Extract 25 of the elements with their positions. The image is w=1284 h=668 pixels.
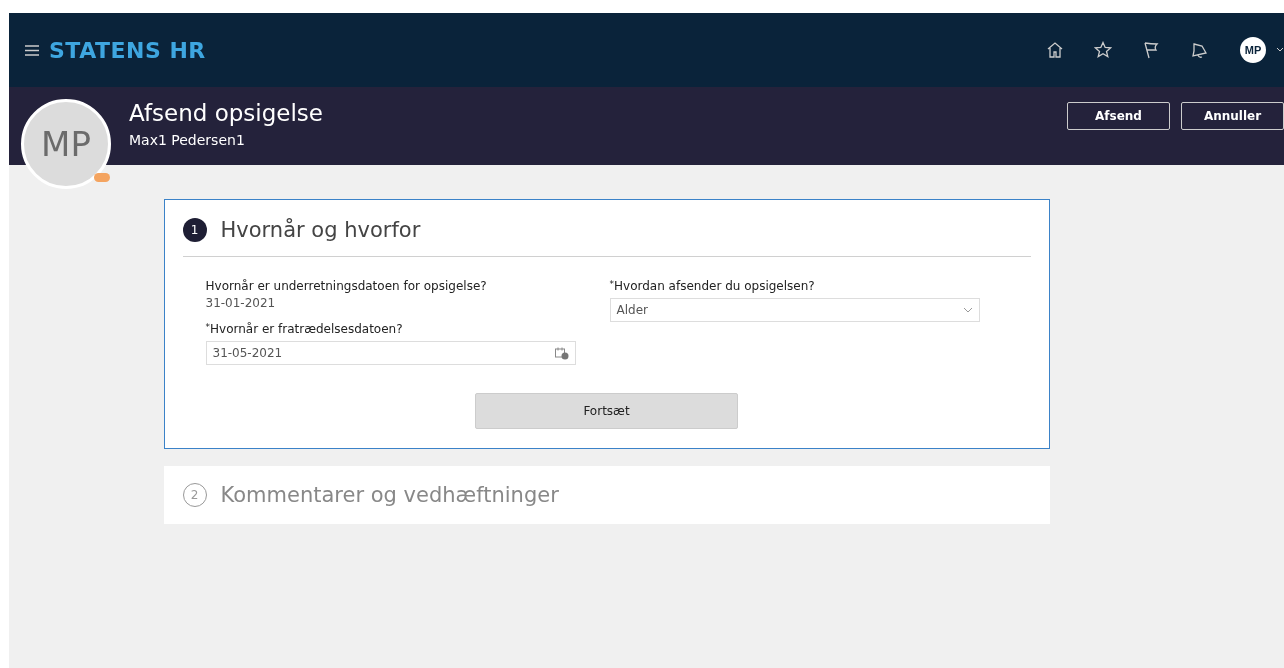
chevron-down-icon bbox=[962, 307, 973, 313]
step-title[interactable]: Hvornår og hvorfor bbox=[220, 218, 421, 242]
flag-icon[interactable] bbox=[1142, 41, 1160, 59]
avatar: MP bbox=[21, 99, 111, 189]
step-number: 1 bbox=[182, 218, 207, 242]
menu-icon[interactable] bbox=[25, 44, 39, 56]
user-avatar[interactable]: MP bbox=[1240, 37, 1266, 63]
step-title[interactable]: Kommentarer og vedhæftninger bbox=[220, 483, 559, 507]
person-name: Max1 Pedersen1 bbox=[129, 132, 246, 148]
field-value: 31-01-2021 bbox=[205, 296, 277, 310]
brand-logo[interactable]: STATENS HR bbox=[49, 37, 1016, 63]
cancel-button[interactable]: Annuller bbox=[1181, 102, 1284, 130]
caret-icon[interactable] bbox=[1276, 47, 1284, 53]
date-field[interactable]: 31-05-2021 bbox=[205, 341, 576, 365]
field-label: *Hvornår er fratrædelsesdatoen? bbox=[205, 322, 404, 336]
field-label: *Hvordan afsender du opsigelsen? bbox=[609, 279, 816, 293]
calendar-icon[interactable] bbox=[554, 346, 569, 360]
continue-button[interactable]: Fortsæt bbox=[475, 393, 738, 429]
bell-icon[interactable] bbox=[1190, 41, 1208, 59]
dropdown[interactable]: Alder bbox=[609, 298, 980, 322]
submit-button[interactable]: Afsend bbox=[1067, 102, 1170, 130]
home-icon[interactable] bbox=[1046, 41, 1064, 59]
field-label: Hvornår er underretningsdatoen for opsigelse? bbox=[205, 279, 488, 293]
page-title: Afsend opsigelse bbox=[129, 100, 324, 126]
star-icon[interactable] bbox=[1094, 41, 1112, 59]
